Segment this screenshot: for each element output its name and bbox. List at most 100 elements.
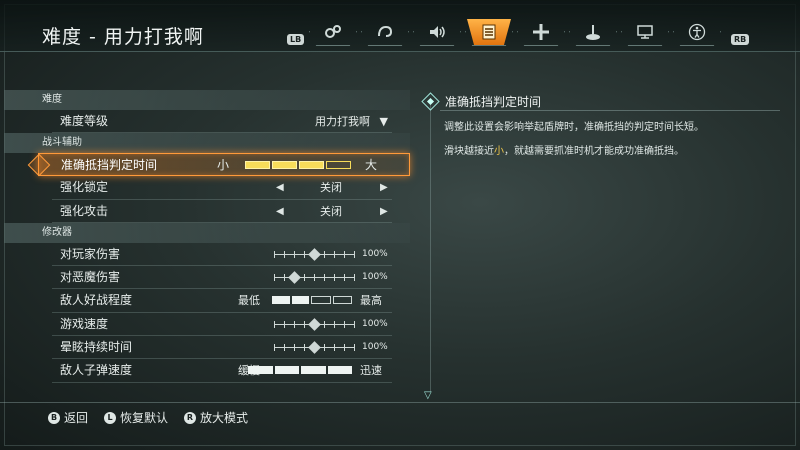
tab-controller[interactable]	[569, 18, 617, 46]
attack-assist-value: 关闭	[320, 204, 342, 218]
tab-controls[interactable]	[517, 18, 565, 46]
lock-on-label: 强化锁定	[60, 180, 109, 195]
slider-tick	[304, 320, 305, 328]
back-hint[interactable]: B 返回	[48, 409, 88, 426]
page-title: 难度 - 用力打我啊	[42, 26, 204, 48]
demon-damage-slider[interactable]	[274, 271, 355, 285]
lb-button-badge[interactable]: LB	[287, 34, 305, 45]
arrow-left-icon[interactable]: ◀	[276, 200, 284, 223]
slider-tick	[304, 344, 305, 352]
description-text: ，就越需要抓准时机才能成功准确抵挡。	[504, 146, 684, 157]
slider-tick	[344, 250, 345, 258]
slider-tick	[324, 250, 325, 258]
slider-tick	[284, 320, 285, 328]
bar-segment	[332, 296, 352, 305]
enemy-aggression-row[interactable]: 敌人好战程度 最低 最高	[52, 289, 392, 313]
list-icon	[482, 24, 496, 40]
bar-segment	[301, 366, 326, 375]
slider-tick	[324, 320, 325, 328]
bullet-speed-label: 敌人子弹速度	[60, 363, 133, 378]
description-text: 滑块越接近	[444, 146, 494, 157]
tab-graphics[interactable]	[361, 18, 409, 46]
rb-button-badge[interactable]: RB	[731, 34, 750, 45]
parry-bar-segment	[299, 161, 324, 170]
r-button-icon: R	[184, 411, 196, 424]
enemy-aggression-bar[interactable]	[272, 296, 352, 305]
slider-tick	[344, 320, 345, 328]
enemy-aggression-label: 敌人好战程度	[60, 293, 133, 308]
bullet-speed-row[interactable]: 敌人子弹速度 缓慢 迅速	[52, 359, 392, 383]
slider-tick	[334, 274, 335, 282]
slider-knob-icon[interactable]	[308, 248, 321, 261]
arrow-left-icon[interactable]: ◀	[276, 176, 284, 199]
section-combat: 战斗辅助	[4, 133, 410, 154]
parry-window-label: 准确抵挡判定时间	[61, 158, 158, 173]
description-paragraph-2: 滑块越接近小，就越需要抓准时机才能成功准确抵挡。	[444, 146, 706, 158]
arrow-right-icon[interactable]: ▶	[380, 200, 388, 223]
slider-knob-icon[interactable]	[308, 317, 321, 331]
footer-hints: B 返回 L 恢复默认 R 放大模式	[0, 402, 800, 428]
slider-tick	[304, 274, 305, 282]
tab-audio[interactable]	[413, 18, 461, 46]
tab-difficulty[interactable]	[465, 18, 513, 46]
l-button-icon: L	[104, 411, 116, 424]
player-damage-row[interactable]: 对玩家伤害 100%	[52, 243, 392, 267]
zoom-mode-hint[interactable]: R 放大模式	[184, 409, 248, 426]
dropdown-arrow-icon[interactable]: ▼	[380, 110, 388, 133]
player-damage-label: 对玩家伤害	[60, 246, 121, 261]
description-body: 调整此设置会影响举起盾牌时，准确抵挡的判定时间长短。 滑块越接近小，就越需要抓准…	[444, 122, 706, 170]
diamond-marker-icon	[421, 92, 440, 111]
arrow-right-icon[interactable]: ▶	[380, 176, 388, 199]
description-title: 准确抵挡判定时间	[445, 95, 542, 109]
slider-knob-icon[interactable]	[288, 271, 301, 285]
slider-tick	[354, 250, 355, 258]
attack-assist-label: 强化攻击	[60, 203, 109, 218]
difficulty-level-row[interactable]: 难度等级 用力打我啊 ▼	[52, 110, 392, 134]
slider-tick	[294, 320, 295, 328]
bar-segment	[272, 296, 290, 305]
section-difficulty: 难度	[4, 90, 410, 110]
stun-duration-row[interactable]: 晕眩持续时间 100%	[52, 336, 392, 360]
slider-tick	[274, 250, 275, 258]
parry-bar-segment	[245, 161, 270, 170]
game-speed-slider[interactable]	[274, 317, 355, 331]
player-damage-slider[interactable]	[274, 248, 355, 261]
stun-duration-slider[interactable]	[274, 341, 355, 354]
slider-tick	[314, 274, 315, 282]
tab-accessibility[interactable]	[673, 18, 721, 46]
parry-max-label: 大	[365, 158, 378, 173]
bullet-speed-bar[interactable]	[248, 366, 352, 375]
game-speed-row[interactable]: 游戏速度 100%	[52, 313, 392, 337]
bar-segment	[291, 296, 309, 305]
gears-icon	[325, 25, 341, 38]
description-underline	[440, 110, 780, 111]
stun-duration-label: 晕眩持续时间	[60, 340, 133, 355]
slider-knob-icon[interactable]	[308, 341, 321, 354]
joystick-icon	[586, 25, 600, 40]
reset-default-label: 恢复默认	[120, 411, 169, 425]
slider-tick	[274, 274, 275, 282]
slider-tick	[304, 250, 305, 258]
demon-damage-row[interactable]: 对恶魔伤害 100%	[52, 266, 392, 290]
slider-tick	[344, 344, 345, 352]
header: 难度 - 用力打我啊 LB RB	[0, 0, 800, 52]
zoom-mode-label: 放大模式	[200, 411, 249, 425]
slider-tick	[274, 344, 275, 352]
slider-tick	[354, 274, 355, 282]
slider-tick	[344, 274, 345, 282]
parry-window-slider[interactable]	[245, 161, 351, 170]
tab-display[interactable]	[621, 18, 669, 46]
slider-tick	[354, 344, 355, 352]
monitor-icon	[637, 25, 653, 39]
lock-on-row[interactable]: 强化锁定 ◀ 关闭 ▶	[52, 176, 392, 200]
slider-tick	[284, 250, 285, 258]
attack-assist-row[interactable]: 强化攻击 ◀ 关闭 ▶	[52, 200, 392, 223]
section-modifiers: 修改器	[4, 222, 410, 243]
swirl-icon	[378, 25, 393, 37]
game-speed-label: 游戏速度	[60, 316, 109, 331]
tab-gameplay[interactable]	[309, 18, 357, 46]
reset-default-hint[interactable]: L 恢复默认	[104, 409, 168, 426]
stun-duration-value: 100%	[362, 342, 388, 353]
panel-divider	[430, 100, 431, 392]
parry-window-row[interactable]: 准确抵挡判定时间 小 大	[38, 153, 410, 177]
